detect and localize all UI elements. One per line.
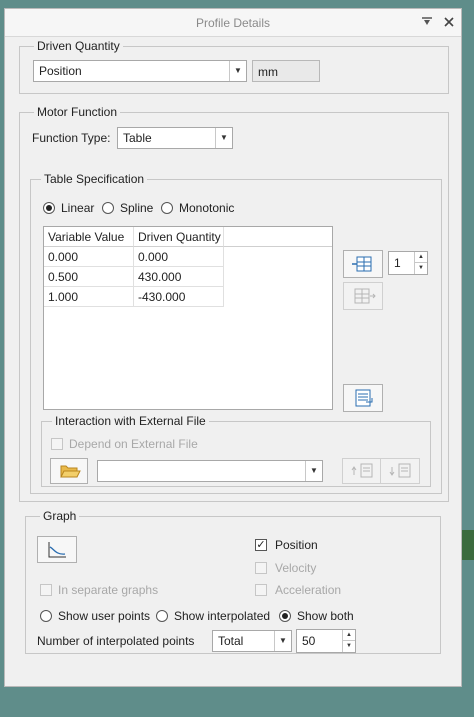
append-row-icon bbox=[354, 288, 376, 304]
interpolated-points-value: 50 bbox=[302, 634, 316, 648]
interpolated-points-spinner[interactable]: 50 ▲ ▼ bbox=[296, 629, 356, 653]
window-title: Profile Details bbox=[195, 16, 271, 30]
linear-label: Linear bbox=[61, 201, 95, 215]
external-file-group: Interaction with External File Depend on… bbox=[41, 414, 431, 487]
import-file-button[interactable] bbox=[342, 458, 382, 484]
spin-down-icon[interactable]: ▼ bbox=[414, 263, 427, 274]
spin-up-icon[interactable]: ▲ bbox=[414, 252, 427, 263]
motor-function-group: Motor Function Function Type: Table ▼ Ta… bbox=[19, 105, 449, 502]
row-count-spinner[interactable]: 1 ▲ ▼ bbox=[388, 251, 428, 275]
spline-radio[interactable] bbox=[102, 202, 114, 214]
driven-quantity-select[interactable]: Position ▼ bbox=[33, 60, 247, 82]
motor-function-legend: Motor Function bbox=[34, 105, 121, 119]
profile-details-panel: Profile Details Driven Quantity Position… bbox=[4, 8, 462, 687]
append-row-button[interactable] bbox=[343, 282, 383, 310]
chevron-down-icon: ▼ bbox=[305, 461, 322, 481]
interpolated-points-mode-value: Total bbox=[218, 634, 244, 648]
table-export-icon bbox=[355, 389, 373, 407]
graph-legend: Graph bbox=[40, 509, 80, 523]
row-count-value: 1 bbox=[394, 256, 401, 270]
spin-up-icon[interactable]: ▲ bbox=[342, 630, 355, 641]
chevron-down-icon: ▼ bbox=[274, 631, 291, 651]
graph-group: Graph ✓ Position Velocity In separate gr… bbox=[25, 509, 441, 654]
spin-down-icon[interactable]: ▼ bbox=[342, 641, 355, 652]
linear-radio[interactable] bbox=[43, 202, 55, 214]
profile-table[interactable]: Variable Value Driven Quantity 0.000 0.0… bbox=[43, 226, 333, 410]
driven-quantity-value: Position bbox=[39, 64, 82, 78]
show-interpolated-label: Show interpolated bbox=[174, 609, 271, 623]
show-graph-button[interactable] bbox=[37, 536, 77, 563]
insert-row-icon bbox=[352, 256, 372, 272]
table-cell[interactable]: -430.000 bbox=[134, 287, 224, 307]
column-header-variable-value[interactable]: Variable Value bbox=[44, 227, 134, 247]
show-interpolated-radio[interactable] bbox=[156, 610, 168, 622]
interpolated-points-mode-select[interactable]: Total ▼ bbox=[212, 630, 292, 652]
folder-open-icon bbox=[60, 465, 81, 478]
show-user-points-label: Show user points bbox=[58, 609, 151, 623]
unit-value: mm bbox=[258, 65, 278, 79]
file-export-icon bbox=[389, 463, 411, 478]
background-model-fragment bbox=[462, 530, 474, 560]
velocity-checkbox[interactable] bbox=[255, 562, 267, 574]
column-header-driven-quantity[interactable]: Driven Quantity bbox=[134, 227, 224, 247]
depend-external-file-checkbox[interactable] bbox=[51, 438, 63, 450]
graph-icon bbox=[48, 542, 66, 558]
acceleration-checkbox[interactable] bbox=[255, 584, 267, 596]
table-cell[interactable]: 1.000 bbox=[44, 287, 134, 307]
monotonic-radio[interactable] bbox=[161, 202, 173, 214]
pin-icon[interactable] bbox=[419, 14, 435, 30]
function-type-label: Function Type: bbox=[32, 131, 111, 145]
external-file-path-select[interactable]: ▼ bbox=[97, 460, 323, 482]
spline-label: Spline bbox=[120, 201, 154, 215]
table-specification-group: Table Specification Linear Spline Monoto… bbox=[30, 172, 442, 494]
export-file-button[interactable] bbox=[380, 458, 420, 484]
depend-external-file-label: Depend on External File bbox=[69, 437, 198, 451]
driven-quantity-group: Driven Quantity Position ▼ mm bbox=[19, 39, 449, 94]
position-label: Position bbox=[275, 538, 318, 552]
acceleration-label: Acceleration bbox=[275, 583, 342, 597]
chevron-down-icon: ▼ bbox=[229, 61, 246, 81]
table-cell[interactable]: 430.000 bbox=[134, 267, 224, 287]
table-cell[interactable]: 0.000 bbox=[134, 247, 224, 267]
column-header-empty bbox=[224, 227, 332, 247]
table-export-button[interactable] bbox=[343, 384, 383, 412]
interpolated-points-label: Number of interpolated points bbox=[37, 634, 195, 648]
unit-field: mm bbox=[252, 60, 320, 82]
position-checkbox[interactable]: ✓ bbox=[255, 539, 267, 551]
function-type-select[interactable]: Table ▼ bbox=[117, 127, 233, 149]
external-file-legend: Interaction with External File bbox=[52, 414, 209, 428]
driven-quantity-legend: Driven Quantity bbox=[34, 39, 123, 53]
monotonic-label: Monotonic bbox=[179, 201, 235, 215]
title-bar: Profile Details bbox=[5, 9, 461, 37]
table-cell[interactable]: 0.500 bbox=[44, 267, 134, 287]
show-both-radio[interactable] bbox=[279, 610, 291, 622]
insert-row-button[interactable] bbox=[343, 250, 383, 278]
table-cell[interactable]: 0.000 bbox=[44, 247, 134, 267]
velocity-label: Velocity bbox=[275, 561, 317, 575]
table-specification-legend: Table Specification bbox=[41, 172, 148, 186]
chevron-down-icon: ▼ bbox=[215, 128, 232, 148]
function-type-value: Table bbox=[123, 131, 152, 145]
file-import-icon bbox=[351, 463, 373, 478]
open-file-button[interactable] bbox=[50, 458, 88, 484]
separate-graphs-checkbox[interactable] bbox=[40, 584, 52, 596]
show-both-label: Show both bbox=[297, 609, 354, 623]
show-user-points-radio[interactable] bbox=[40, 610, 52, 622]
separate-graphs-label: In separate graphs bbox=[58, 583, 159, 597]
close-icon[interactable] bbox=[441, 14, 457, 30]
